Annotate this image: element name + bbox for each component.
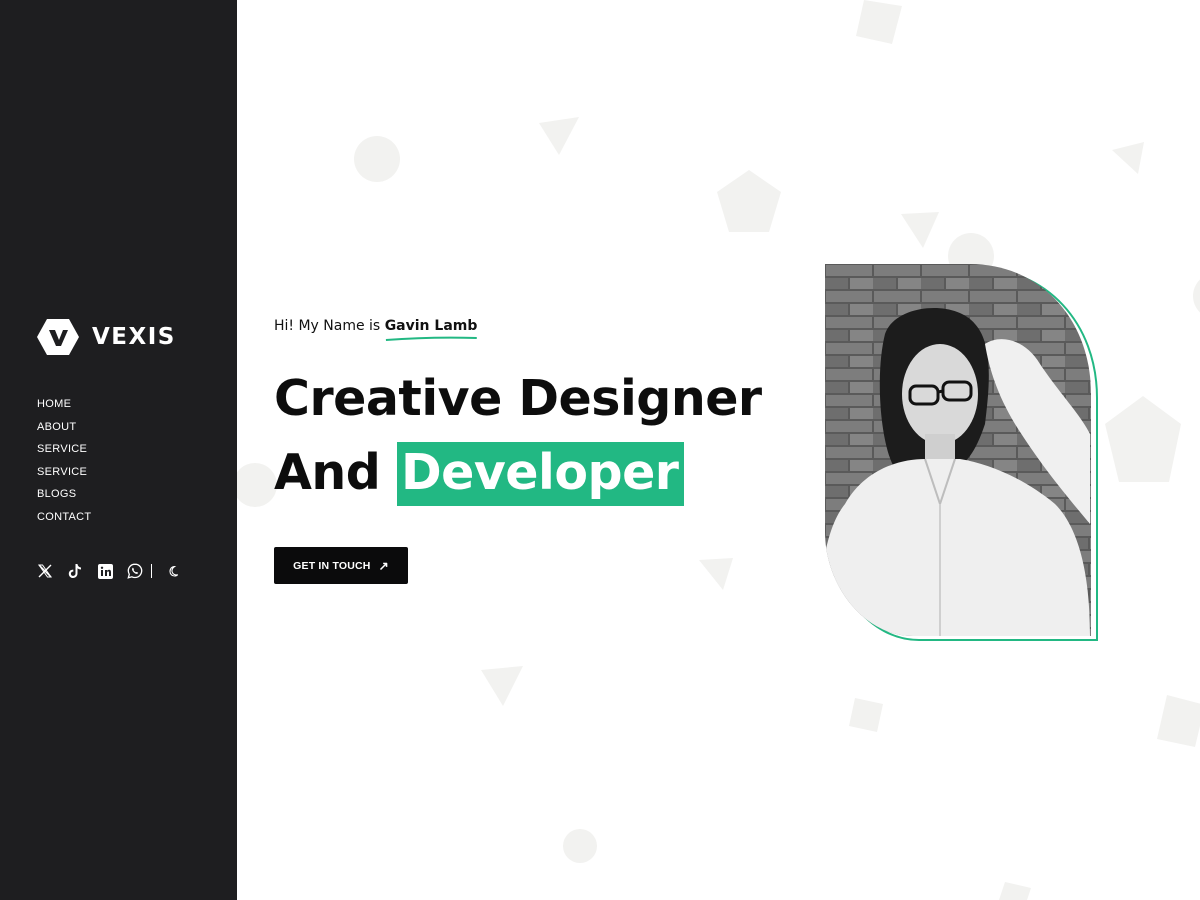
hero-section: Hi! My Name is Gavin Lamb Creative Desig… (237, 0, 1200, 900)
decor-square-shape (1157, 695, 1200, 747)
decor-circle-shape (237, 463, 277, 507)
decor-triangle-shape (481, 666, 523, 706)
headline-line-2: And Developer (274, 436, 762, 510)
nav-item-blogs: BLOGS (37, 484, 91, 507)
headline-plain-word: And (274, 444, 381, 501)
nav-link-service[interactable]: SERVICE (37, 443, 87, 455)
brand-logo[interactable]: VEXIS (37, 318, 176, 356)
person-name-text: Gavin Lamb (384, 318, 478, 334)
nav-item-home: HOME (37, 394, 91, 417)
decor-pentagon-shape (1105, 396, 1181, 482)
linkedin-icon[interactable] (97, 563, 113, 579)
moon-icon[interactable] (166, 563, 182, 579)
person-name: Gavin Lamb (384, 318, 478, 341)
portrait-photo (825, 264, 1098, 641)
nav-link-blogs[interactable]: BLOGS (37, 488, 76, 500)
decor-triangle-shape (699, 558, 733, 590)
divider (151, 564, 152, 578)
arrow-up-right-icon: ↗ (378, 558, 389, 573)
headline-highlight-word: Developer (396, 442, 685, 506)
decor-circle-shape (1193, 279, 1200, 313)
sidebar: VEXIS HOME ABOUT SERVICE SERVICE BLOGS C… (0, 0, 237, 900)
whatsapp-icon[interactable] (127, 563, 143, 579)
tiktok-icon[interactable] (67, 563, 83, 579)
name-underline-stroke (385, 336, 477, 341)
nav-link-about[interactable]: ABOUT (37, 421, 76, 433)
decor-circle-shape (563, 829, 597, 863)
brand-name: VEXIS (92, 324, 176, 350)
portrait-image (825, 264, 1098, 641)
get-in-touch-label: GET IN TOUCH (293, 559, 371, 572)
nav-item-about: ABOUT (37, 417, 91, 440)
nav-item-service-2: SERVICE (37, 462, 91, 485)
decor-triangle-shape (901, 212, 939, 248)
intro-text: Hi! My Name is Gavin Lamb (274, 318, 478, 341)
nav-item-contact: CONTACT (37, 507, 91, 530)
hero-headline: Creative Designer And Developer (274, 362, 762, 510)
decor-square-shape (849, 698, 883, 732)
nav-link-contact[interactable]: CONTACT (37, 511, 91, 523)
get-in-touch-button[interactable]: GET IN TOUCH ↗ (274, 547, 408, 584)
decor-square-shape (856, 0, 902, 44)
decor-triangle-shape (1112, 142, 1144, 174)
main-nav: HOME ABOUT SERVICE SERVICE BLOGS CONTACT (37, 394, 91, 530)
intro-greeting: Hi! My Name is (274, 318, 381, 334)
decor-triangle-shape (539, 117, 579, 155)
nav-link-home[interactable]: HOME (37, 398, 71, 410)
decor-square-shape (999, 882, 1031, 900)
nav-item-service: SERVICE (37, 439, 91, 462)
social-links (37, 563, 196, 579)
decor-circle-shape (354, 136, 400, 182)
x-icon[interactable] (37, 563, 53, 579)
headline-line-1: Creative Designer (274, 370, 762, 427)
decor-pentagon-shape (717, 170, 781, 232)
hexagon-logo-icon (37, 319, 79, 355)
nav-link-service-2[interactable]: SERVICE (37, 466, 87, 478)
